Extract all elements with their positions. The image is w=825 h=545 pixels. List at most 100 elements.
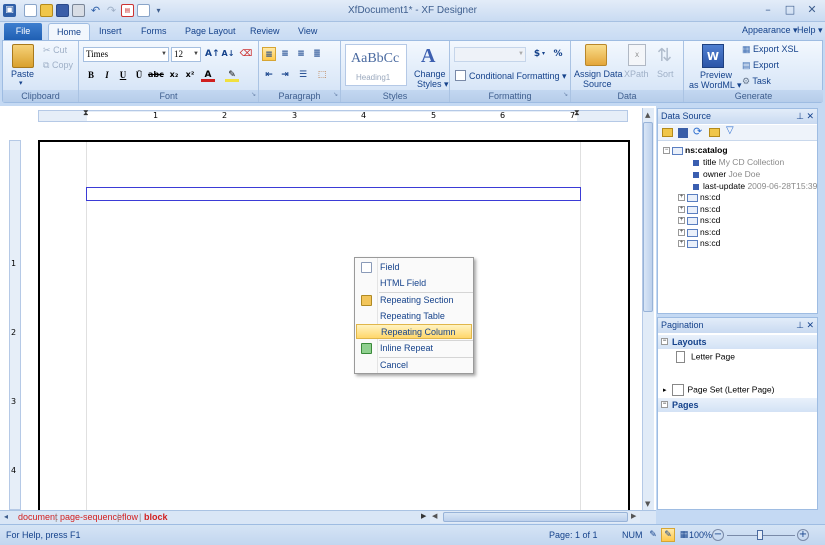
expand-icon[interactable]: +: [678, 206, 685, 214]
tree-item[interactable]: + ns:cd: [678, 192, 720, 202]
pin-icon[interactable]: ⊥: [796, 111, 804, 121]
paste-icon[interactable]: [12, 44, 34, 68]
vertical-scroll-thumb[interactable]: [643, 122, 653, 312]
menu-item-field[interactable]: Field: [356, 260, 472, 275]
paste-button[interactable]: Paste: [11, 69, 34, 79]
appearance-menu[interactable]: Appearance ▾: [742, 25, 798, 36]
menu-item-cancel[interactable]: Cancel: [356, 358, 472, 373]
increase-indent-icon[interactable]: ⇥: [278, 68, 292, 82]
cut-button[interactable]: ✂ Cut: [43, 45, 67, 56]
paste-dropdown-icon[interactable]: ▾: [19, 79, 23, 87]
vertical-ruler[interactable]: 1 2 3 4: [9, 140, 21, 510]
scroll-up-icon[interactable]: ▲: [645, 111, 650, 119]
breadcrumb-block[interactable]: block: [144, 512, 168, 522]
breadcrumb-document[interactable]: document: [18, 512, 58, 522]
export-button[interactable]: ▤ Export: [742, 60, 779, 71]
selected-block[interactable]: [86, 187, 581, 201]
pin-icon[interactable]: ⊥: [796, 320, 804, 330]
folder-open-icon[interactable]: [709, 128, 720, 137]
scroll-down-icon[interactable]: ▼: [645, 500, 650, 508]
highlight-icon[interactable]: ✎: [225, 68, 239, 82]
tab-home[interactable]: Home: [48, 23, 91, 40]
conditional-formatting-button[interactable]: Conditional Formatting ▾: [469, 71, 567, 82]
breadcrumb-back-icon[interactable]: ◂: [4, 512, 8, 521]
tab-file[interactable]: File: [4, 23, 42, 40]
expand-icon[interactable]: +: [678, 217, 685, 225]
close-icon[interactable]: ✕: [806, 111, 814, 121]
format-combo[interactable]: ▼: [454, 47, 526, 62]
shrink-font-icon[interactable]: A↓: [221, 47, 235, 61]
preview-label[interactable]: Preview: [700, 70, 732, 80]
font-size-combo[interactable]: 12 ▼: [171, 47, 201, 62]
close-icon[interactable]: ✕: [806, 320, 814, 330]
overline-icon[interactable]: Ū: [132, 68, 146, 82]
sort-button[interactable]: Sort: [657, 69, 674, 79]
xpath-button[interactable]: XPath: [624, 69, 649, 79]
copy-button[interactable]: ⧉ Copy: [43, 60, 73, 71]
strikethrough-icon[interactable]: abc: [148, 68, 164, 82]
expand-arrow-icon[interactable]: ▸: [663, 387, 667, 394]
layout-item[interactable]: Letter Page: [676, 351, 735, 363]
export-xsl-button[interactable]: ▦ Export XSL: [742, 44, 799, 55]
collapse-icon[interactable]: −: [661, 401, 668, 408]
zoom-out-icon[interactable]: −: [712, 529, 724, 541]
tree-field[interactable]: title My CD Collection: [693, 157, 784, 167]
italic-icon[interactable]: I: [100, 68, 114, 82]
bullets-icon[interactable]: ☰: [296, 68, 310, 82]
tree-root[interactable]: − ns:catalog: [663, 145, 728, 155]
underline-icon[interactable]: U: [116, 68, 130, 82]
filter-icon[interactable]: ▽: [726, 125, 734, 136]
menu-item-inline-repeat[interactable]: Inline Repeat: [356, 341, 472, 356]
tree-item[interactable]: + ns:cd: [678, 204, 720, 214]
change-styles-label-2[interactable]: Styles ▾: [417, 79, 449, 90]
clear-format-icon[interactable]: ⌫: [239, 47, 253, 61]
superscript-icon[interactable]: x²: [183, 68, 197, 82]
grow-font-icon[interactable]: A↑: [205, 47, 220, 61]
tree-field[interactable]: last-update 2009-06-28T15:39:: [693, 181, 817, 191]
refresh-icon[interactable]: ⟳: [693, 125, 702, 138]
collapse-icon[interactable]: −: [661, 338, 668, 345]
justify-icon[interactable]: ≣: [310, 47, 324, 61]
tree-item[interactable]: + ns:cd: [678, 227, 720, 237]
tab-insert[interactable]: Insert: [91, 23, 130, 40]
tree-item[interactable]: + ns:cd: [678, 215, 720, 225]
expand-icon[interactable]: +: [678, 229, 685, 237]
subscript-icon[interactable]: x₂: [167, 68, 181, 82]
tab-review[interactable]: Review: [242, 23, 288, 40]
tree-field[interactable]: owner Joe Doe: [693, 169, 760, 179]
zoom-in-icon[interactable]: +: [797, 529, 809, 541]
align-center-icon[interactable]: ≡: [278, 47, 292, 61]
scroll-left-icon[interactable]: ◀: [432, 512, 437, 520]
left-indent-marker-icon[interactable]: ⧗: [83, 108, 89, 118]
font-family-combo[interactable]: Times ▼: [83, 47, 169, 62]
xpath-icon[interactable]: X: [628, 44, 646, 66]
change-styles-label[interactable]: Change: [414, 69, 446, 79]
conditional-formatting-icon[interactable]: [455, 70, 466, 81]
formatting-dialog-launcher-icon[interactable]: ↘: [563, 89, 568, 101]
scroll-right-icon[interactable]: ▶: [631, 512, 636, 520]
currency-dropdown-icon[interactable]: ▾: [542, 50, 545, 57]
tree-item[interactable]: + ns:cd: [678, 238, 720, 248]
expand-icon[interactable]: +: [678, 194, 685, 202]
align-left-icon[interactable]: ≡: [262, 47, 276, 61]
edit-view-icon[interactable]: ✎: [647, 529, 659, 541]
horizontal-ruler[interactable]: ⧗ ⧗ 1 2 3 4 5 6 7: [38, 108, 628, 122]
tab-forms[interactable]: Forms: [133, 23, 175, 40]
menu-item-html-field[interactable]: HTML Field: [356, 276, 472, 291]
zoom-slider-thumb[interactable]: [757, 530, 763, 540]
maximize-button[interactable]: □: [780, 1, 800, 19]
layouts-section[interactable]: − Layouts: [658, 335, 817, 349]
expand-icon[interactable]: +: [678, 240, 685, 248]
borders-icon[interactable]: ⬚: [315, 68, 329, 82]
breadcrumb-page-sequence[interactable]: page-sequence: [60, 512, 122, 522]
font-dialog-launcher-icon[interactable]: ↘: [251, 89, 256, 101]
breadcrumb-forward-icon[interactable]: ▶: [421, 512, 426, 520]
align-right-icon[interactable]: ≡: [294, 47, 308, 61]
horizontal-scroll-thumb[interactable]: [443, 512, 628, 522]
menu-item-repeating-section[interactable]: Repeating Section: [356, 293, 472, 308]
page-set-item[interactable]: ▸ Page Set (Letter Page): [663, 384, 774, 396]
help-menu[interactable]: Help ▾: [797, 25, 823, 36]
tab-page-layout[interactable]: Page Layout: [177, 23, 244, 40]
assign-data-source-icon[interactable]: [585, 44, 607, 66]
percent-button[interactable]: %: [551, 47, 565, 61]
